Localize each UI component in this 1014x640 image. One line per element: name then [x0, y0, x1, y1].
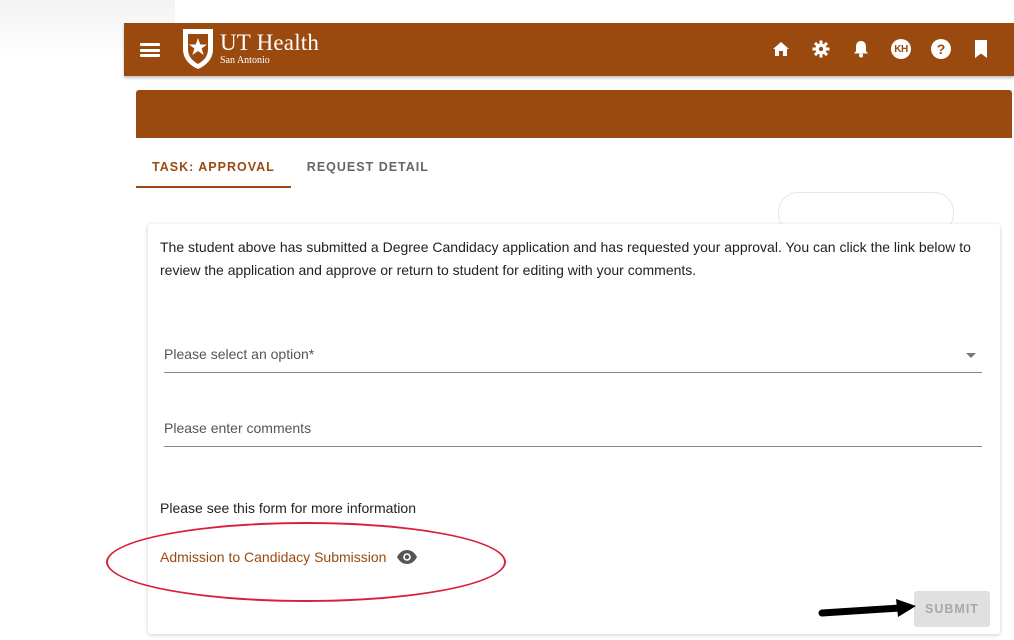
tab-request-detail[interactable]: REQUEST DETAIL [291, 148, 445, 186]
top-icons: KH ? [770, 36, 992, 62]
brand[interactable]: UT Health San Antonio [220, 31, 319, 67]
chevron-down-icon[interactable] [966, 353, 976, 358]
menu-icon[interactable] [140, 43, 160, 57]
bell-icon[interactable] [850, 38, 872, 60]
gear-icon[interactable] [810, 38, 832, 60]
option-select-placeholder: Please select an option* [164, 346, 315, 362]
candidacy-submission-link[interactable]: Admission to Candidacy Submission [160, 549, 418, 565]
annotation-arrow-icon [818, 599, 916, 617]
home-icon[interactable] [770, 38, 792, 60]
help-glyph: ? [931, 39, 951, 59]
help-icon[interactable]: ? [930, 38, 952, 60]
avatar-icon[interactable]: KH [890, 38, 912, 60]
brand-name: UT Health [220, 30, 320, 55]
candidacy-submission-link-label[interactable]: Admission to Candidacy Submission [160, 549, 386, 565]
tab-task-approval[interactable]: TASK: APPROVAL [136, 148, 291, 188]
info-text: Please see this form for more informatio… [160, 500, 416, 516]
approval-description: The student above has submitted a Degree… [160, 239, 971, 278]
brand-subtitle: San Antonio [220, 55, 270, 66]
tab-bar: TASK: APPROVAL REQUEST DETAIL [136, 148, 445, 188]
comments-placeholder: Please enter comments [164, 420, 312, 436]
request-header-banner [136, 90, 1012, 138]
avatar-initials: KH [891, 39, 911, 59]
comments-field[interactable]: Please enter comments [164, 414, 982, 447]
approval-card: The student above has submitted a Degree… [148, 224, 1000, 634]
ut-health-shield-logo [183, 29, 213, 69]
eye-icon[interactable] [396, 550, 418, 564]
bookmark-icon[interactable] [970, 38, 992, 60]
top-app-bar: UT Health San Antonio KH ? [124, 23, 1014, 76]
submit-button[interactable]: SUBMIT [914, 591, 990, 627]
option-select[interactable]: Please select an option* [164, 340, 982, 373]
